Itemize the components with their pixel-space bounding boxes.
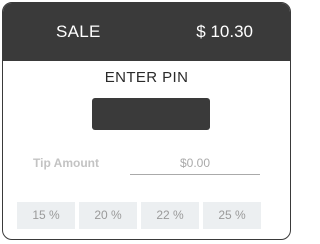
pin-input[interactable] <box>92 98 210 130</box>
sale-label: SALE <box>56 22 101 41</box>
tip-22-percent-button[interactable]: 22 % <box>141 202 199 229</box>
tip-amount-label: Tip Amount <box>33 156 99 170</box>
tip-percentage-buttons: 15 % 20 % 22 % 25 % <box>17 202 261 229</box>
tip-15-percent-button[interactable]: 15 % <box>17 202 75 229</box>
payment-terminal-panel: SALE $ 10.30 ENTER PIN Tip Amount $0.00 … <box>2 2 291 240</box>
tip-amount-input[interactable]: $0.00 <box>130 154 260 175</box>
sale-amount: $ 10.30 <box>196 22 253 41</box>
sale-header: SALE $ 10.30 <box>3 3 290 61</box>
enter-pin-prompt: ENTER PIN <box>104 69 189 86</box>
tip-20-percent-button[interactable]: 20 % <box>79 202 137 229</box>
tip-25-percent-button[interactable]: 25 % <box>203 202 261 229</box>
